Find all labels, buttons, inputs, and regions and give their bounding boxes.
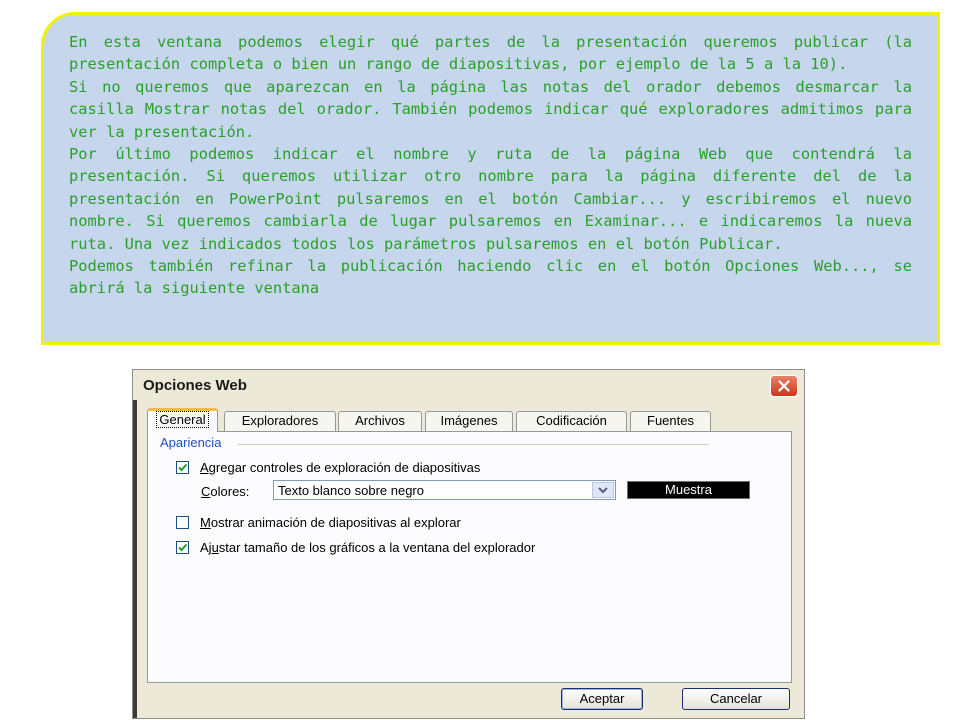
close-icon (778, 380, 790, 392)
close-button[interactable] (770, 375, 798, 397)
colors-select-value: Texto blanco sobre negro (278, 483, 424, 498)
instruction-callout: En esta ventana podemos elegir qué parte… (41, 12, 940, 345)
window-edge (133, 400, 137, 718)
callout-paragraph: Por último podemos indicar el nombre y r… (69, 145, 912, 253)
callout-paragraph: En esta ventana podemos elegir qué parte… (69, 33, 912, 74)
chevron-down-icon (598, 486, 608, 493)
tab-exploradores[interactable]: Exploradores (224, 411, 336, 431)
callout-paragraph: Si no queremos que aparezcan en la págin… (69, 77, 912, 141)
general-tab-panel: Apariencia Agregar controles de explorac… (147, 431, 792, 683)
animation-checkbox[interactable] (176, 516, 189, 529)
colors-select[interactable]: Texto blanco sobre negro (273, 480, 616, 500)
tab-imagenes[interactable]: Imágenes (425, 411, 513, 431)
resize-graphics-label[interactable]: Ajustar tamaño de los gráficos a la vent… (200, 540, 535, 555)
resize-graphics-checkbox[interactable] (176, 541, 189, 554)
web-options-dialog: Opciones Web General Exploradores Archiv… (132, 369, 805, 719)
tab-archivos[interactable]: Archivos (338, 411, 422, 431)
color-preview-swatch: Muestra (627, 481, 750, 499)
group-title-apariencia: Apariencia (160, 435, 226, 450)
tab-codificacion[interactable]: Codificación (516, 411, 627, 431)
animation-label[interactable]: Mostrar animación de diapositivas al exp… (200, 515, 461, 530)
colors-label: Colores: (201, 484, 250, 499)
nav-controls-label[interactable]: Agregar controles de exploración de diap… (200, 460, 480, 475)
group-divider (238, 444, 709, 445)
checkmark-icon (178, 463, 188, 472)
callout-paragraph: Podemos también refinar la publicación h… (69, 257, 912, 298)
nav-controls-checkbox[interactable] (176, 461, 189, 474)
dialog-title: Opciones Web (143, 377, 247, 394)
tab-fuentes[interactable]: Fuentes (630, 411, 711, 431)
cancel-button[interactable]: Cancelar (682, 688, 790, 710)
colors-dropdown-button[interactable] (592, 482, 614, 498)
tab-label: General (156, 411, 209, 428)
checkmark-icon (178, 543, 188, 552)
title-bar[interactable]: Opciones Web (133, 370, 804, 400)
tab-general[interactable]: General (147, 408, 218, 432)
ok-button[interactable]: Aceptar (561, 688, 643, 710)
